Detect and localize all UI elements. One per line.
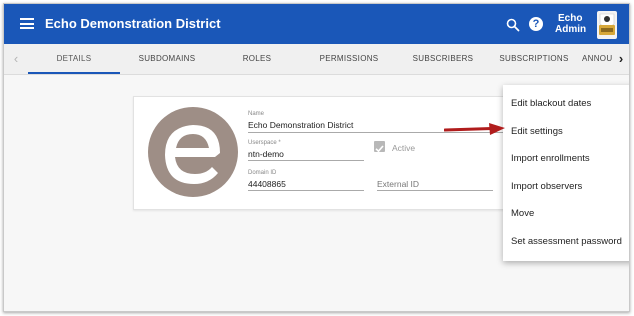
hamburger-icon[interactable] bbox=[20, 18, 34, 29]
avatar[interactable] bbox=[596, 10, 618, 40]
menu-item-import-observers[interactable]: Import observers bbox=[511, 181, 582, 192]
help-icon[interactable]: ? bbox=[529, 17, 543, 31]
app-bar: Echo Demonstration District ? Echo Admin bbox=[4, 4, 629, 44]
tab-bar: ‹ DETAILS SUBDOMAINS ROLES PERMISSIONS S… bbox=[4, 44, 629, 75]
chevron-left-icon[interactable]: ‹ bbox=[8, 44, 24, 75]
tab-subscriptions[interactable]: SUBSCRIPTIONS bbox=[490, 44, 578, 75]
domain-id-field[interactable]: 44408865 bbox=[248, 179, 286, 189]
active-tab-indicator bbox=[28, 72, 120, 74]
name-label: Name bbox=[248, 111, 265, 117]
tab-subscribers[interactable]: SUBSCRIBERS bbox=[398, 44, 488, 75]
user-name[interactable]: Echo Admin bbox=[555, 13, 586, 35]
menu-item-set-assessment-password[interactable]: Set assessment password bbox=[511, 236, 622, 247]
logo-e-icon bbox=[165, 125, 220, 184]
user-name-line2: Admin bbox=[555, 24, 587, 35]
menu-item-import-enrollments[interactable]: Import enrollments bbox=[511, 153, 590, 164]
external-id-field[interactable]: External ID bbox=[377, 179, 419, 189]
details-card: Name Echo Demonstration District Userspa… bbox=[133, 96, 518, 210]
tab-roles[interactable]: ROLES bbox=[214, 44, 300, 75]
external-id-underline bbox=[377, 190, 493, 191]
active-label: Active bbox=[392, 143, 416, 153]
tab-announcements[interactable]: ANNOU bbox=[582, 44, 612, 75]
menu-item-move[interactable]: Move bbox=[511, 208, 534, 219]
tab-subdomains[interactable]: SUBDOMAINS bbox=[122, 44, 212, 75]
name-field[interactable]: Echo Demonstration District bbox=[248, 120, 353, 130]
domain-id-underline bbox=[248, 190, 364, 191]
userspace-underline bbox=[248, 160, 364, 161]
tab-details[interactable]: DETAILS bbox=[28, 44, 120, 75]
tab-permissions[interactable]: PERMISSIONS bbox=[302, 44, 396, 75]
app-window: Echo Demonstration District ? Echo Admin… bbox=[3, 3, 630, 312]
menu-item-edit-settings[interactable]: Edit settings bbox=[511, 126, 563, 137]
menu-item-edit-blackout-dates[interactable]: Edit blackout dates bbox=[511, 98, 591, 109]
callout-arrow-icon bbox=[444, 123, 505, 135]
userspace-label: Userspace * bbox=[248, 140, 281, 146]
search-icon[interactable] bbox=[506, 18, 520, 32]
chevron-right-icon[interactable]: › bbox=[613, 44, 629, 75]
actions-menu: Edit blackout dates Edit settings Import… bbox=[503, 85, 629, 261]
check-icon bbox=[375, 145, 384, 153]
app-title: Echo Demonstration District bbox=[45, 16, 221, 31]
domain-id-label: Domain ID bbox=[248, 170, 277, 176]
userspace-field[interactable]: ntn-demo bbox=[248, 149, 284, 159]
user-name-line1: Echo bbox=[558, 13, 583, 24]
active-checkbox[interactable] bbox=[374, 141, 385, 153]
district-logo bbox=[148, 107, 238, 197]
